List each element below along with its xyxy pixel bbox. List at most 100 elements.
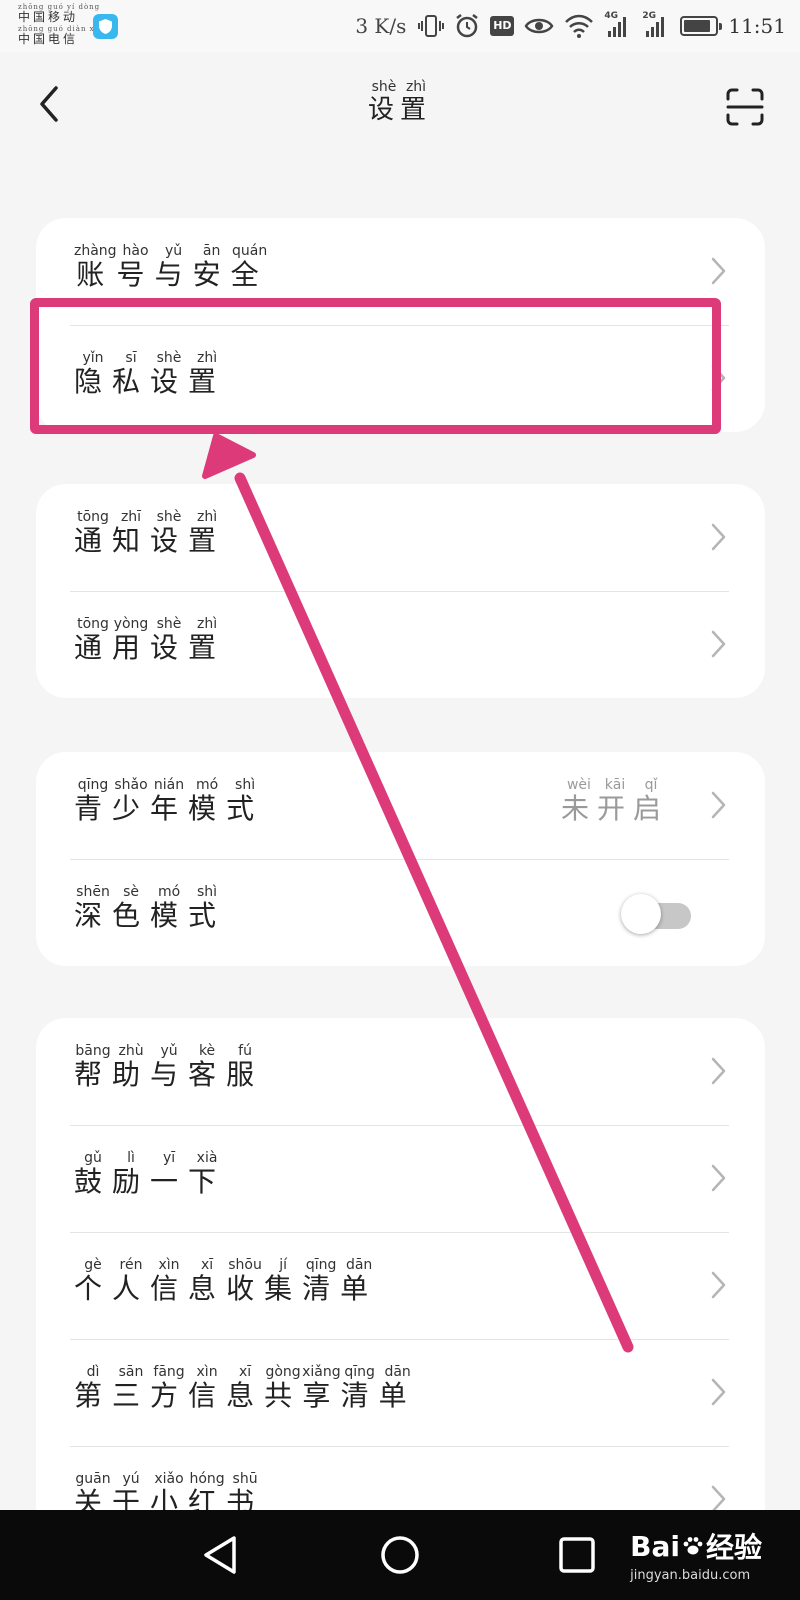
- row-label-char: 方fāng: [150, 1364, 188, 1412]
- settings-row-notification-settings[interactable]: 通tōng知zhī设shè置zhì: [36, 484, 765, 591]
- settings-row-about-xiaohongshu[interactable]: 关guān于yú小xiǎo红hóng书shū: [36, 1446, 765, 1510]
- settings-row-third-party-info-list[interactable]: 第dì三sān方fāng信xìn息xī共gòng享xiǎng清qīng单dān: [36, 1339, 765, 1446]
- row-label-hanzi: 深: [74, 899, 113, 932]
- chevron-right-icon: [711, 1057, 726, 1085]
- network-speed: 3 K/s: [355, 14, 407, 38]
- settings-row-help-support[interactable]: 帮bāng助zhù与yǔ客kè服fú: [36, 1018, 765, 1125]
- row-label-pinyin: shì: [226, 777, 265, 793]
- row-label-pinyin: shū: [226, 1471, 265, 1487]
- row-label-pinyin: zhì: [188, 616, 227, 632]
- row-label-hanzi: 清: [302, 1272, 341, 1305]
- row-label-pinyin: guān: [74, 1471, 112, 1487]
- settings-row-dark-mode[interactable]: 深shēn色sè模mó式shì: [36, 859, 765, 966]
- row-label-char: 深shēn: [74, 884, 113, 932]
- row-label-char: 清qīng: [302, 1257, 341, 1305]
- circle-home-icon[interactable]: [377, 1532, 423, 1578]
- chevron-right-icon: [711, 1378, 726, 1406]
- row-label-hanzi: 收: [226, 1272, 265, 1305]
- row-label-char: 鼓gǔ: [74, 1150, 113, 1198]
- row-label-hanzi: 与: [154, 258, 193, 291]
- row-label-char: 少shǎo: [112, 777, 150, 825]
- row-label-char: 服fú: [226, 1043, 264, 1091]
- row-label-char: 享xiǎng: [302, 1364, 341, 1412]
- dark-mode-toggle[interactable]: [621, 894, 691, 934]
- row-label-char: 通tōng: [74, 509, 112, 557]
- row-label-pinyin: lì: [112, 1150, 151, 1166]
- settings-row-personal-info-list[interactable]: 个gè人rén信xìn息xī收shōu集jí清qīng单dān: [36, 1232, 765, 1339]
- watermark-url: jingyan.baidu.com: [630, 1568, 751, 1583]
- row-label-char: 安ān: [193, 243, 231, 291]
- row-label-char: 第dì: [74, 1364, 112, 1412]
- title-char: 设shè: [367, 79, 400, 125]
- row-label-pinyin: xià: [188, 1150, 227, 1166]
- square-recent-icon[interactable]: [554, 1532, 600, 1578]
- row-label-char: 息xī: [226, 1364, 264, 1412]
- row-label-pinyin: shè: [150, 616, 189, 632]
- chevron-right-icon: [711, 1485, 726, 1510]
- system-nav-bar: Bai 经验 jingyan.baidu.com: [0, 1510, 800, 1600]
- row-label-char: 色sè: [112, 884, 150, 932]
- row-label-char: 信xìn: [188, 1364, 226, 1412]
- row-label-pinyin: yǔ: [154, 243, 193, 259]
- row-label-hanzi: 青: [74, 792, 113, 825]
- title-hanzi: 设: [367, 95, 400, 125]
- row-label-hanzi: 置: [188, 524, 227, 557]
- row-label-pinyin: zhù: [112, 1043, 151, 1059]
- row-label-hanzi: 模: [188, 792, 227, 825]
- row-label-char: 关guān: [74, 1471, 112, 1510]
- hd-icon: HD: [490, 16, 515, 36]
- row-label-char: 共gòng: [264, 1364, 302, 1412]
- row-label-pinyin: bāng: [74, 1043, 113, 1059]
- row-label-hanzi: 账: [74, 258, 117, 291]
- row-label-char: 个gè: [74, 1257, 112, 1305]
- row-label-hanzi: 集: [264, 1272, 303, 1305]
- row-label-char: 模mó: [188, 777, 227, 825]
- settings-row-teen-mode[interactable]: 青qīng少shǎo年nián模mó式shì 未wèi开kāi启qǐ: [36, 752, 765, 859]
- row-value-char: 开kāi: [597, 777, 633, 825]
- row-label-hanzi: 于: [112, 1486, 151, 1510]
- settings-row-encourage[interactable]: 鼓gǔ励lì一yī下xià: [36, 1125, 765, 1232]
- row-label-hanzi: 与: [150, 1058, 189, 1091]
- row-label-pinyin: yú: [112, 1471, 151, 1487]
- row-label-char: 清qīng: [340, 1364, 379, 1412]
- row-label-char: 式shì: [226, 777, 264, 825]
- row-label-hanzi: 单: [378, 1379, 417, 1412]
- settings-group-preferences: 通tōng知zhī设shè置zhì 通tōng用yòng设shè置zhì: [36, 484, 765, 698]
- row-label-char: 青qīng: [74, 777, 113, 825]
- row-label-hanzi: 式: [188, 899, 227, 932]
- row-label-pinyin: hóng: [188, 1471, 227, 1487]
- title-hanzi: 置: [400, 95, 433, 125]
- chevron-right-icon: [711, 1271, 726, 1299]
- settings-row-general-settings[interactable]: 通tōng用yòng设shè置zhì: [36, 591, 765, 698]
- row-label-char: 一yī: [150, 1150, 188, 1198]
- battery-icon: [680, 16, 723, 36]
- scan-icon[interactable]: [726, 88, 764, 126]
- alarm-icon: [456, 14, 479, 38]
- row-label-hanzi: 鼓: [74, 1165, 113, 1198]
- row-label-hanzi: 单: [340, 1272, 379, 1305]
- carrier-info: zhōng guó yí dòng 中国移动 zhōng guó diàn xì…: [18, 4, 103, 48]
- row-label-pinyin: xiǎng: [302, 1364, 341, 1380]
- row-label-hanzi: 模: [150, 899, 189, 932]
- row-label-char: 单dān: [378, 1364, 417, 1412]
- row-label-pinyin: tōng: [74, 616, 113, 632]
- watermark-jingyan: 经验: [705, 1531, 762, 1564]
- row-label: 帮bāng助zhù与yǔ客kè服fú: [74, 1043, 264, 1093]
- toggle-knob: [621, 894, 661, 934]
- row-label-char: 与yǔ: [150, 1043, 189, 1091]
- row-label-hanzi: 清: [340, 1379, 379, 1412]
- row-label-hanzi: 号: [116, 258, 155, 291]
- wifi-icon: [565, 14, 594, 38]
- paw-icon: [683, 1537, 703, 1555]
- row-label-pinyin: rén: [112, 1257, 151, 1273]
- row-label-pinyin: xìn: [150, 1257, 189, 1273]
- row-label-char: 助zhù: [112, 1043, 150, 1091]
- row-value-char: 启qǐ: [633, 777, 669, 825]
- signal-2g-icon: 2G: [642, 11, 670, 39]
- row-label: 通tōng用yòng设shè置zhì: [74, 616, 227, 666]
- row-label-char: 与yǔ: [154, 243, 193, 291]
- row-label-pinyin: dì: [74, 1364, 112, 1380]
- row-label-char: 账zhàng: [74, 243, 117, 291]
- triangle-back-icon[interactable]: [198, 1532, 244, 1578]
- navigation-header: 设shè置zhì: [0, 52, 800, 152]
